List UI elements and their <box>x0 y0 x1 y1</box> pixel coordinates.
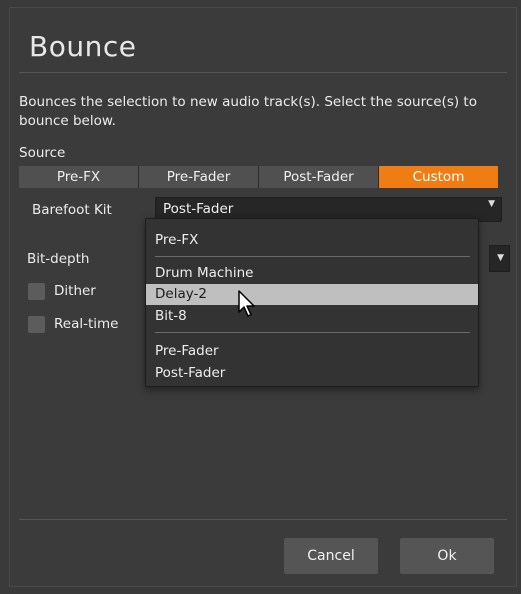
dropdown-item-drum-machine[interactable]: Drum Machine <box>146 263 478 284</box>
source-option-custom[interactable]: Custom <box>379 166 498 188</box>
dropdown-item-bit-8[interactable]: Bit-8 <box>146 306 478 327</box>
footer-divider <box>19 519 507 520</box>
dialog-title: Bounce <box>29 30 137 63</box>
chevron-down-icon: ▼ <box>488 199 495 209</box>
source-option-pre-fader[interactable]: Pre-Fader <box>139 166 258 188</box>
source-option-post-fader[interactable]: Post-Fader <box>259 166 378 188</box>
dropdown-divider <box>155 256 470 257</box>
dropdown-item-post-fader[interactable]: Post-Fader <box>146 363 478 384</box>
dropdown-item-delay-2[interactable]: Delay-2 <box>146 284 478 305</box>
mouse-pointer-icon <box>237 289 259 323</box>
source-dropdown-menu: Pre-FX Drum Machine Delay-2 Bit-8 Pre-Fa… <box>145 218 479 387</box>
dropdown-item-pre-fx[interactable]: Pre-FX <box>146 230 478 251</box>
dropdown-divider <box>155 332 470 333</box>
dialog-description: Bounces the selection to new audio track… <box>19 94 477 129</box>
bit-depth-select[interactable]: ▼ <box>489 245 510 272</box>
chevron-down-icon: ▼ <box>497 253 504 263</box>
realtime-label: Real-time <box>54 316 119 332</box>
dither-checkbox[interactable] <box>28 283 45 300</box>
realtime-checkbox[interactable] <box>28 316 45 333</box>
ok-button[interactable]: Ok <box>400 538 494 574</box>
dither-label: Dither <box>54 283 96 299</box>
track-name-label: Barefoot Kit <box>32 202 112 218</box>
cancel-button[interactable]: Cancel <box>284 538 378 574</box>
title-divider <box>19 72 507 73</box>
source-option-pre-fx[interactable]: Pre-FX <box>19 166 138 188</box>
dropdown-item-pre-fader[interactable]: Pre-Fader <box>146 341 478 362</box>
track-source-value: Post-Fader <box>163 201 234 217</box>
source-segmented-control: Pre-FX Pre-Fader Post-Fader Custom <box>19 166 498 188</box>
source-label: Source <box>19 145 66 161</box>
bit-depth-label: Bit-depth <box>27 251 90 267</box>
